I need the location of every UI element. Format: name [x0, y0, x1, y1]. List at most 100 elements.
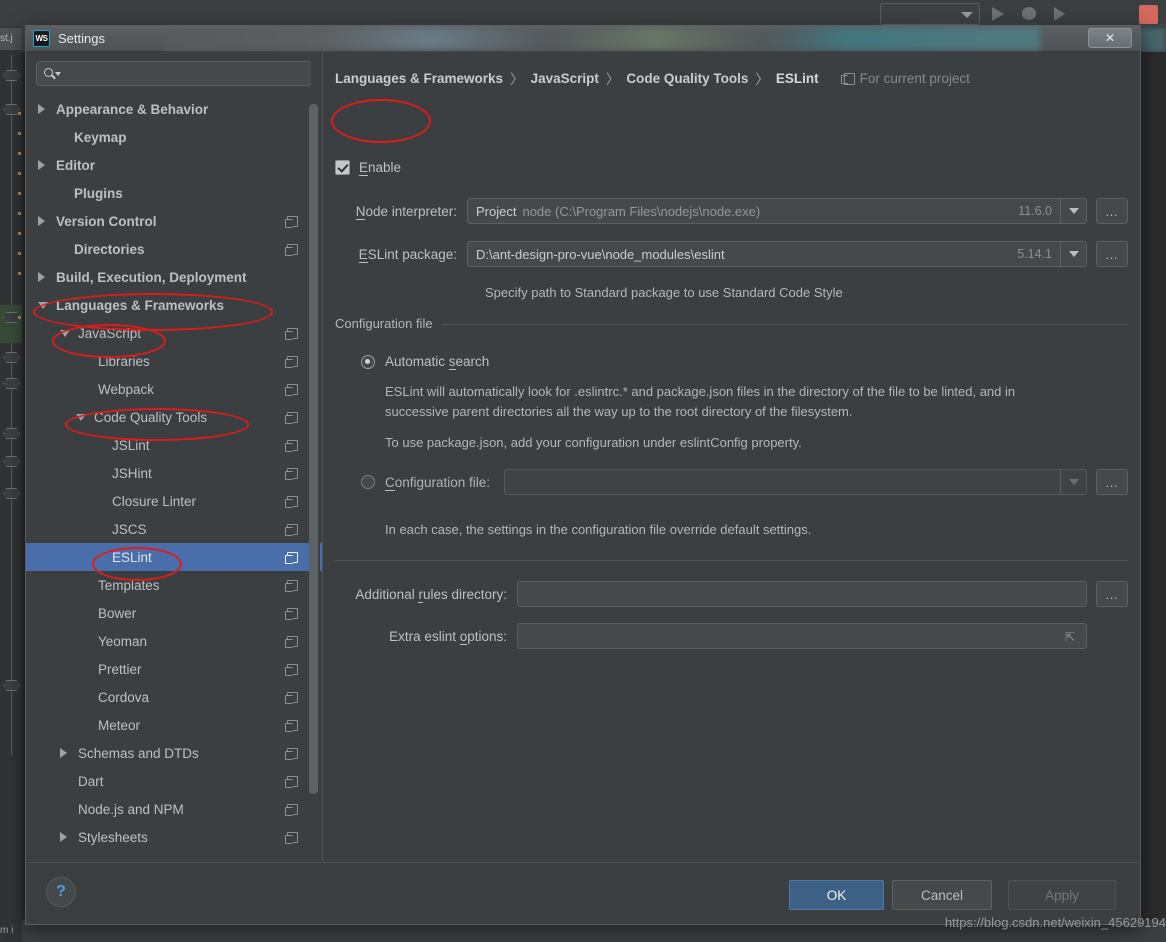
sidebar-item-node-js-and-npm[interactable]: Node.js and NPM	[26, 795, 322, 823]
ide-toolbar	[0, 0, 1166, 28]
enable-row[interactable]: Enable	[335, 160, 401, 176]
sidebar-item-javascript[interactable]: JavaScript	[26, 319, 322, 347]
automatic-search-radio[interactable]	[361, 354, 375, 369]
chevron-down-icon[interactable]	[1060, 242, 1086, 266]
sidebar-item-plugins[interactable]: Plugins	[26, 179, 322, 207]
sidebar-item-jscs[interactable]: JSCS	[26, 515, 322, 543]
sidebar-item-keymap[interactable]: Keymap	[26, 123, 322, 151]
run-configuration-selector[interactable]	[880, 3, 980, 25]
ok-button[interactable]: OK	[789, 880, 884, 910]
eslint-package-browse-button[interactable]: …	[1096, 241, 1128, 267]
configuration-file-radio-row[interactable]: Configuration file: …	[361, 469, 1128, 495]
fold-marker[interactable]	[3, 378, 20, 389]
sidebar-item-directories[interactable]: Directories	[26, 235, 322, 263]
sidebar-item-label: JSHint	[112, 465, 152, 481]
sidebar-scrollbar-thumb[interactable]	[309, 104, 318, 794]
sidebar-item-closure-linter[interactable]: Closure Linter	[26, 487, 322, 515]
chevron-right-icon[interactable]	[38, 160, 45, 170]
dialog-title: Settings	[58, 31, 105, 46]
chevron-down-icon[interactable]	[1060, 199, 1086, 223]
sidebar-item-build-execution-deployment[interactable]: Build, Execution, Deployment	[26, 263, 322, 291]
sidebar-item-meteor[interactable]: Meteor	[26, 711, 322, 739]
configuration-file-radio[interactable]	[361, 475, 375, 489]
node-interpreter-row: Node interpreter: Project node (C:\Progr…	[335, 198, 1128, 224]
extra-options-label: Extra eslint options:	[389, 628, 507, 645]
sidebar-item-libraries[interactable]: Libraries	[26, 347, 322, 375]
sidebar-item-editor[interactable]: Editor	[26, 151, 322, 179]
sidebar-item-eslint[interactable]: ESLint	[26, 543, 322, 571]
sidebar-item-webpack[interactable]: Webpack	[26, 375, 322, 403]
sidebar-item-label: Dart	[78, 773, 104, 789]
node-interpreter-label: Node interpreter:	[355, 203, 457, 220]
chevron-down-icon[interactable]	[60, 329, 70, 337]
extra-options-input[interactable]: ⇱	[517, 623, 1087, 649]
coverage-icon[interactable]	[1050, 4, 1072, 24]
fold-marker[interactable]	[3, 680, 20, 691]
chevron-down-icon[interactable]	[76, 413, 86, 421]
breadcrumb-separator: 〉	[605, 72, 620, 87]
expand-editor-icon[interactable]: ⇱	[1065, 631, 1076, 643]
close-icon[interactable]: ✕	[1088, 28, 1132, 48]
sidebar-item-dart[interactable]: Dart	[26, 767, 322, 795]
sidebar-item-languages-frameworks[interactable]: Languages & Frameworks	[26, 291, 322, 319]
chevron-right-icon[interactable]	[38, 216, 45, 226]
code-fold-line	[11, 55, 12, 755]
sidebar-item-schemas-and-dtds[interactable]: Schemas and DTDs	[26, 739, 322, 767]
settings-tree[interactable]: Appearance & Behavior Keymap Editor Plugins…	[26, 95, 322, 862]
breadcrumb-item-1[interactable]: JavaScript	[531, 71, 599, 86]
search-box[interactable]	[36, 61, 312, 86]
chevron-down-icon[interactable]	[1060, 470, 1086, 494]
fold-marker[interactable]	[3, 70, 20, 81]
automatic-search-radio-row[interactable]: Automatic search	[361, 354, 489, 370]
sidebar-item-cordova[interactable]: Cordova	[26, 683, 322, 711]
background-tabstrip-blur	[166, 28, 1040, 50]
enable-checkbox[interactable]	[335, 160, 350, 175]
sidebar-item-jshint[interactable]: JSHint	[26, 459, 322, 487]
sidebar-item-jslint[interactable]: JSLint	[26, 431, 322, 459]
sidebar-item-bower[interactable]: Bower	[26, 599, 322, 627]
chevron-right-icon[interactable]	[60, 832, 67, 842]
apply-button[interactable]: Apply	[1008, 880, 1116, 910]
breadcrumb-separator: 〉	[510, 72, 524, 87]
project-scope-icon	[285, 579, 298, 592]
override-note: In each case, the settings in the config…	[385, 522, 812, 537]
chevron-right-icon[interactable]	[38, 104, 45, 114]
fold-marker[interactable]	[3, 428, 20, 439]
stop-square-icon[interactable]	[1139, 5, 1158, 24]
configuration-file-combo[interactable]	[504, 469, 1087, 495]
sidebar-item-label: Code Quality Tools	[94, 409, 208, 425]
configuration-file-browse-button[interactable]: …	[1096, 469, 1128, 495]
chevron-down-icon[interactable]	[38, 301, 48, 309]
cancel-button[interactable]: Cancel	[892, 880, 992, 910]
breadcrumb-item-0[interactable]: Languages & Frameworks	[335, 71, 503, 86]
sidebar-item-appearance-behavior[interactable]: Appearance & Behavior	[26, 95, 322, 123]
settings-dialog: WS Settings ✕ Appearance & Behavior Keyma…	[25, 25, 1141, 925]
breadcrumb-item-3[interactable]: ESLint	[776, 71, 819, 86]
node-interpreter-combo[interactable]: Project node (C:\Program Files\nodejs\no…	[467, 198, 1087, 224]
sidebar-item-code-quality-tools[interactable]: Code Quality Tools	[26, 403, 322, 431]
sidebar-item-prettier[interactable]: Prettier	[26, 655, 322, 683]
fold-marker[interactable]	[3, 352, 20, 363]
sidebar-item-yeoman[interactable]: Yeoman	[26, 627, 322, 655]
additional-rules-browse-button[interactable]: …	[1096, 581, 1128, 607]
group-divider	[433, 324, 1128, 325]
help-button[interactable]: ?	[46, 877, 76, 907]
gutter-change-marker	[0, 305, 22, 343]
node-interpreter-browse-button[interactable]: …	[1096, 198, 1128, 224]
breadcrumb-item-2[interactable]: Code Quality Tools	[626, 71, 748, 86]
fold-marker[interactable]	[3, 488, 20, 499]
chevron-right-icon[interactable]	[60, 748, 67, 758]
settings-sidebar: Appearance & Behavior Keymap Editor Plugins…	[26, 52, 323, 862]
sidebar-scrollbar-track[interactable]	[309, 52, 320, 862]
eslint-package-combo[interactable]: D:\ant-design-pro-vue\node_modules\eslin…	[467, 241, 1087, 267]
fold-marker[interactable]	[3, 456, 20, 467]
sidebar-item-templates[interactable]: Templates	[26, 571, 322, 599]
additional-rules-input[interactable]	[517, 581, 1087, 607]
search-input[interactable]	[61, 66, 304, 81]
sidebar-item-version-control[interactable]: Version Control	[26, 207, 322, 235]
run-icon[interactable]	[986, 4, 1008, 24]
debug-bug-icon[interactable]	[1018, 4, 1040, 24]
project-scope-icon	[285, 607, 298, 620]
sidebar-item-stylesheets[interactable]: Stylesheets	[26, 823, 322, 851]
chevron-right-icon[interactable]	[38, 272, 45, 282]
